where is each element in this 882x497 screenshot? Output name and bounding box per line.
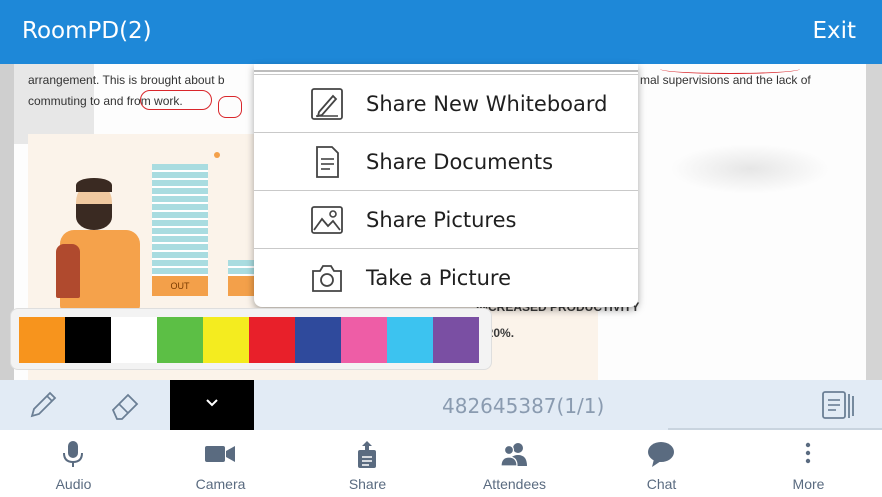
- document-list-button[interactable]: [820, 388, 856, 422]
- share-pictures-item[interactable]: Share Pictures: [254, 190, 638, 248]
- camera-icon: [310, 261, 344, 295]
- share-icon: [352, 440, 382, 468]
- nav-label: Share: [348, 476, 387, 492]
- document-text-line: arrangement. This is brought about b: [28, 73, 225, 87]
- microphone-icon: [58, 440, 88, 468]
- color-swatch-orange[interactable]: [19, 317, 65, 363]
- illustration-stack: [152, 164, 208, 276]
- nav-audio[interactable]: Audio: [0, 430, 147, 497]
- color-swatch-light-blue[interactable]: [387, 317, 433, 363]
- annotation-underline: [660, 64, 800, 74]
- blurred-content: [670, 144, 830, 194]
- color-swatch-yellow[interactable]: [203, 317, 249, 363]
- bottom-navigation: Audio Camera Share Attendees Chat More: [0, 430, 882, 497]
- color-swatch-pink[interactable]: [341, 317, 387, 363]
- color-expand-button[interactable]: [170, 380, 254, 430]
- nav-label: Chat: [646, 476, 677, 492]
- document-text-line: mal supervisions and the lack of: [640, 73, 811, 87]
- picture-icon: [310, 203, 344, 237]
- menu-item-label: Share Pictures: [366, 208, 517, 232]
- nav-chat[interactable]: Chat: [588, 430, 735, 497]
- app-header: RoomPD(2) Exit: [0, 0, 882, 64]
- color-palette: [10, 308, 492, 370]
- nav-camera[interactable]: Camera: [147, 430, 294, 497]
- share-new-whiteboard-item[interactable]: Share New Whiteboard: [254, 74, 638, 132]
- menu-item-label: Take a Picture: [366, 266, 511, 290]
- share-menu: Share New Whiteboard Share Documents Sha…: [254, 64, 638, 307]
- menu-item-label: Share New Whiteboard: [366, 92, 608, 116]
- take-a-picture-item[interactable]: Take a Picture: [254, 248, 638, 306]
- document-list-icon: [820, 391, 856, 426]
- chat-icon: [646, 440, 676, 468]
- eraser-tool-button[interactable]: [108, 388, 142, 422]
- nav-label: Camera: [195, 476, 246, 492]
- color-swatch-blue[interactable]: [295, 317, 341, 363]
- color-swatch-red[interactable]: [249, 317, 295, 363]
- nav-label: Attendees: [482, 476, 547, 492]
- color-swatch-purple[interactable]: [433, 317, 479, 363]
- illustration-cat: [56, 244, 80, 298]
- nav-label: More: [792, 476, 825, 492]
- exit-button[interactable]: Exit: [812, 18, 856, 44]
- nav-share[interactable]: Share: [294, 430, 441, 497]
- pen-tool-button[interactable]: [26, 388, 60, 422]
- menu-item-label: Share Documents: [366, 150, 554, 174]
- color-swatch-green[interactable]: [157, 317, 203, 363]
- illustration-dot: [214, 152, 220, 158]
- color-swatch-white[interactable]: [111, 317, 157, 363]
- person-beard: [76, 204, 112, 230]
- chevron-down-icon: [204, 394, 220, 415]
- more-vertical-icon: [793, 440, 823, 468]
- annotation-toolbar: 482645387(1/1): [0, 380, 882, 430]
- meeting-id-label: 482645387(1/1): [442, 394, 605, 418]
- attendees-icon: [499, 440, 529, 468]
- canvas-right-margin: [866, 64, 882, 380]
- document-icon: [310, 145, 344, 179]
- nav-more[interactable]: More: [735, 430, 882, 497]
- illustration-out-label: OUT: [152, 276, 208, 296]
- meeting-app: RoomPD(2) Exit arrangement. This is brou…: [0, 0, 882, 497]
- eraser-icon: [108, 393, 142, 426]
- video-camera-icon: [205, 440, 235, 468]
- whiteboard-icon: [310, 87, 344, 121]
- share-documents-item[interactable]: Share Documents: [254, 132, 638, 190]
- pen-icon: [26, 391, 60, 426]
- nav-attendees[interactable]: Attendees: [441, 430, 588, 497]
- annotation-mark: [218, 96, 242, 118]
- room-title: RoomPD(2): [22, 18, 152, 44]
- menu-divider: [254, 70, 638, 72]
- nav-label: Audio: [55, 476, 92, 492]
- person-hair: [76, 178, 112, 192]
- color-swatch-black[interactable]: [65, 317, 111, 363]
- annotation-circle: [140, 90, 212, 110]
